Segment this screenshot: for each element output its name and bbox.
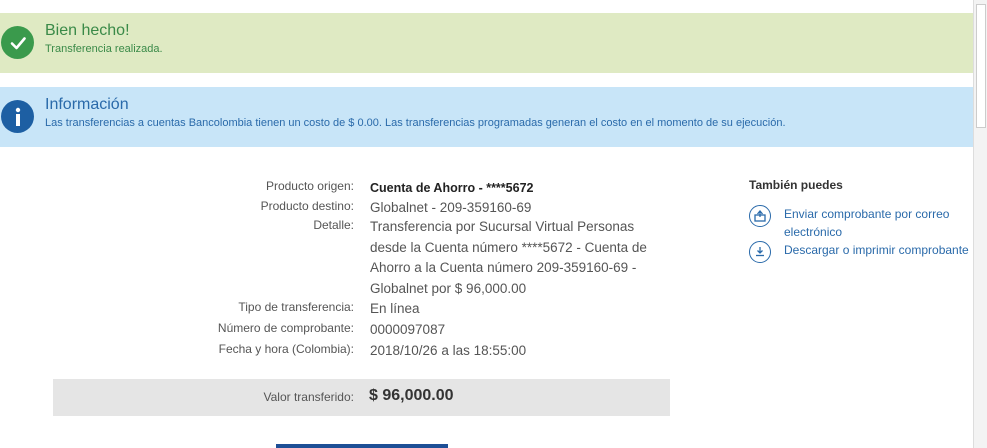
origen-label: Producto origen:	[265, 179, 354, 193]
transfer-label: Valor transferido:	[263, 390, 355, 404]
fecha-value: 2018/10/26 a las 18:55:00	[370, 343, 527, 358]
success-message: Transferencia realizada.	[45, 43, 163, 55]
comprobante-label: Número de comprobante:	[217, 321, 354, 335]
download-icon	[749, 241, 771, 263]
transfer-amount-box: Valor transferido: $ 96,000.00	[53, 379, 670, 416]
comprobante-value: 0000097087	[370, 322, 446, 337]
transfer-value: $ 96,000.00	[369, 387, 454, 404]
email-receipt-link[interactable]: Enviar comprobante por correo electrónic…	[749, 205, 979, 243]
email-icon	[749, 205, 771, 227]
info-icon	[1, 100, 34, 133]
email-receipt-text[interactable]: Enviar comprobante por correo electrónic…	[784, 205, 984, 241]
download-receipt-text[interactable]: Descargar o imprimir comprobante	[784, 241, 984, 259]
scrollbar-thumb[interactable]	[976, 4, 986, 128]
fecha-label: Fecha y hora (Colombia):	[218, 342, 354, 356]
origen-value: Cuenta de Ahorro - ****5672	[370, 181, 534, 195]
primary-button[interactable]	[276, 444, 448, 448]
detalle-label: Detalle:	[313, 218, 354, 232]
info-message: Las transferencias a cuentas Bancolombia…	[45, 117, 786, 129]
success-title: Bien hecho!	[45, 22, 130, 39]
tipo-label: Tipo de transferencia:	[238, 300, 354, 314]
scrollbar[interactable]	[973, 0, 987, 448]
download-receipt-link[interactable]: Descargar o imprimir comprobante	[749, 241, 979, 279]
side-title: También puedes	[749, 178, 843, 192]
tipo-value: En línea	[370, 301, 420, 316]
detalle-value: Transferencia por Sucursal Virtual Perso…	[370, 219, 647, 296]
checkmark-icon	[1, 26, 34, 59]
destino-label: Producto destino:	[260, 199, 354, 213]
info-title: Información	[45, 96, 129, 113]
info-alert: Información Las transferencias a cuentas…	[0, 87, 973, 147]
success-alert: Bien hecho! Transferencia realizada.	[0, 13, 973, 73]
destino-value: Globalnet - 209-359160-69	[370, 200, 532, 215]
